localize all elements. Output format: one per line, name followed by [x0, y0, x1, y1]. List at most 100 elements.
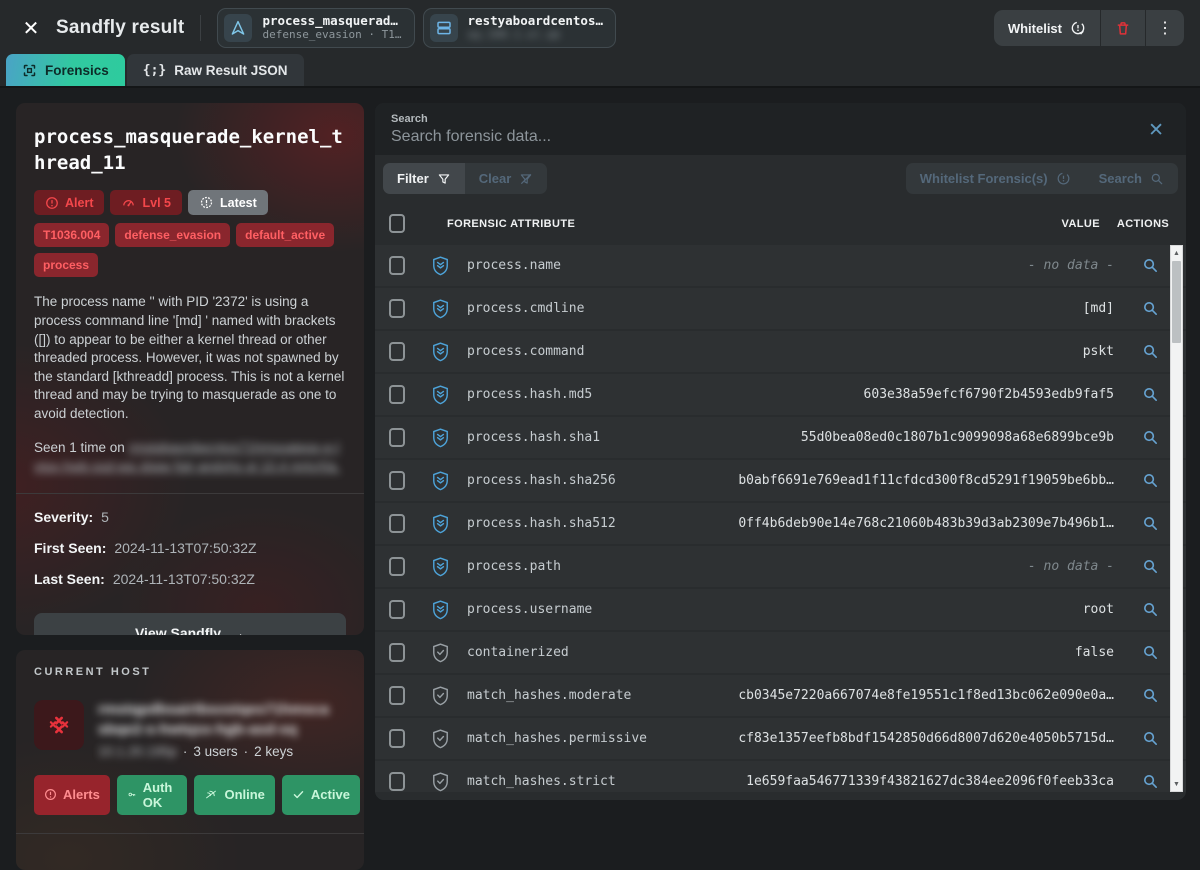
tag-tactic[interactable]: defense_evasion	[115, 223, 230, 247]
search-input[interactable]	[391, 128, 1092, 146]
row-checkbox[interactable]	[389, 557, 405, 576]
forensic-shield-icon	[431, 384, 451, 405]
tab-forensics[interactable]: Forensics	[6, 54, 125, 86]
meta-dot2: ·	[244, 744, 249, 759]
row-checkbox[interactable]	[389, 600, 405, 619]
forensic-shield-icon	[431, 771, 451, 792]
tag-default-active[interactable]: default_active	[236, 223, 334, 247]
row-search-icon[interactable]	[1142, 386, 1159, 403]
host-alert-icon[interactable]	[34, 700, 84, 750]
row-checkbox[interactable]	[389, 428, 405, 447]
row-checkbox[interactable]	[389, 686, 405, 705]
tag-process[interactable]: process	[34, 253, 98, 277]
host-active-label: Active	[311, 787, 350, 802]
row-search-icon[interactable]	[1142, 472, 1159, 489]
latest-badge: Latest	[188, 190, 268, 215]
severity-value: 5	[101, 509, 109, 525]
row-checkbox[interactable]	[389, 471, 405, 490]
forensic-shield-icon	[431, 728, 451, 749]
row-search-icon[interactable]	[1142, 601, 1159, 618]
filter-button-label: Filter	[397, 171, 429, 186]
row-search-icon[interactable]	[1142, 257, 1159, 274]
row-search-icon[interactable]	[1142, 687, 1159, 704]
table-search-button[interactable]: Search	[1085, 163, 1178, 194]
detail-divider	[16, 493, 364, 494]
scrollbar-down-arrow[interactable]: ▼	[1171, 777, 1182, 791]
forensic-value: cb0345e7220a667074e8fe19551c1f8ed13bc062…	[738, 688, 1114, 703]
forensic-table-row: process.command pskt	[375, 331, 1186, 372]
search-box: Search ✕	[375, 103, 1186, 155]
row-search-icon[interactable]	[1142, 558, 1159, 575]
bulk-action-group: Whitelist Forensic(s) Search	[906, 163, 1178, 194]
forensic-table-body: process.name - no data - process.cmdline…	[375, 245, 1186, 792]
host-online-badge[interactable]: Online	[194, 775, 274, 815]
forensic-value: - no data -	[1028, 559, 1114, 574]
whitelist-button[interactable]: Whitelist	[994, 10, 1100, 46]
table-header: FORENSIC ATTRIBUTE VALUE ACTIONS	[375, 202, 1186, 245]
whitelist-check-icon	[1070, 20, 1086, 36]
forensic-attribute: process.path	[467, 559, 1028, 574]
first-seen-row: First Seen: 2024-11-13T07:50:32Z	[34, 540, 346, 556]
server-icon	[430, 14, 458, 42]
view-sandfly-button[interactable]: View Sandfly →	[34, 613, 346, 635]
first-seen-value: 2024-11-13T07:50:32Z	[114, 540, 256, 556]
forensic-attribute: containerized	[467, 645, 1075, 660]
forensic-table-row: match_hashes.strict 1e659faa546771339f43…	[375, 761, 1186, 792]
row-search-icon[interactable]	[1142, 343, 1159, 360]
forensic-table-row: process.hash.sha256 b0abf6691e769ead1f11…	[375, 460, 1186, 501]
host-alerts-badge[interactable]: Alerts	[34, 775, 110, 815]
host-meta: 10.1.20.195p · 3 users · 2 keys	[98, 744, 329, 759]
select-all-checkbox[interactable]	[389, 214, 405, 233]
forensic-shield-icon	[431, 470, 451, 491]
tab-raw-json-label: Raw Result JSON	[174, 63, 287, 78]
forensic-shield-icon	[431, 642, 451, 663]
host-chip[interactable]: restyaboardcentos… aq.100.1.ol.qb	[423, 8, 616, 48]
column-attribute: FORENSIC ATTRIBUTE	[447, 218, 1062, 230]
row-checkbox[interactable]	[389, 729, 405, 748]
forensic-shield-icon	[431, 427, 451, 448]
tag-technique[interactable]: T1036.004	[34, 223, 109, 247]
row-search-icon[interactable]	[1142, 429, 1159, 446]
row-search-icon[interactable]	[1142, 773, 1159, 790]
host-name-line1: rmstqpdbsairtbsostqes71hmsca	[98, 701, 329, 718]
forensic-shield-icon	[431, 599, 451, 620]
search-clear-icon[interactable]: ✕	[1148, 119, 1164, 142]
row-checkbox[interactable]	[389, 299, 405, 318]
host-row: rmstqpdbsairtbsostqes71hmsca sbqe2-s-hwt…	[34, 700, 346, 759]
forensic-attribute: process.command	[467, 344, 1083, 359]
row-checkbox[interactable]	[389, 256, 405, 275]
forensic-value: cf83e1357eefb8bdf1542850d66d8007d620e405…	[738, 731, 1114, 746]
row-search-icon[interactable]	[1142, 515, 1159, 532]
row-checkbox[interactable]	[389, 643, 405, 662]
host-online-label: Online	[224, 787, 264, 802]
row-search-icon[interactable]	[1142, 730, 1159, 747]
delete-button[interactable]	[1101, 10, 1145, 46]
host-status-badges: Alerts Auth OK Online Active	[34, 775, 346, 815]
clear-filter-button[interactable]: Clear	[465, 163, 548, 194]
forensic-value: [md]	[1083, 301, 1114, 316]
row-checkbox[interactable]	[389, 772, 405, 791]
forensic-attribute: process.cmdline	[467, 301, 1083, 316]
row-search-icon[interactable]	[1142, 300, 1159, 317]
host-auth-badge[interactable]: Auth OK	[117, 775, 188, 815]
table-footer: Total Rows: 995	[375, 792, 1186, 800]
host-keys-count: 2 keys	[254, 744, 293, 759]
page-title: Sandfly result	[56, 17, 184, 39]
filter-button[interactable]: Filter	[383, 163, 465, 194]
host-active-badge[interactable]: Active	[282, 775, 360, 815]
host-name-redacted[interactable]: rmstqpdbsairtbsostqes71hmsca sbqe2-s-hwt…	[98, 700, 329, 741]
more-menu-icon[interactable]: ⋮	[1146, 10, 1184, 46]
row-checkbox[interactable]	[389, 514, 405, 533]
forensic-attribute: process.hash.sha512	[467, 516, 738, 531]
tab-raw-json[interactable]: {;} Raw Result JSON	[127, 54, 304, 86]
row-checkbox[interactable]	[389, 342, 405, 361]
close-icon[interactable]: ✕	[16, 13, 46, 43]
row-checkbox[interactable]	[389, 385, 405, 404]
scrollbar-thumb[interactable]	[1172, 261, 1181, 343]
whitelist-forensics-button[interactable]: Whitelist Forensic(s)	[906, 163, 1085, 194]
sandfly-chip[interactable]: process_masquerad… defense_evasion · T1…	[217, 8, 414, 48]
row-search-icon[interactable]	[1142, 644, 1159, 661]
table-scrollbar[interactable]: ▲ ▼	[1170, 245, 1183, 792]
scrollbar-up-arrow[interactable]: ▲	[1171, 246, 1182, 260]
forensic-value: false	[1075, 645, 1114, 660]
